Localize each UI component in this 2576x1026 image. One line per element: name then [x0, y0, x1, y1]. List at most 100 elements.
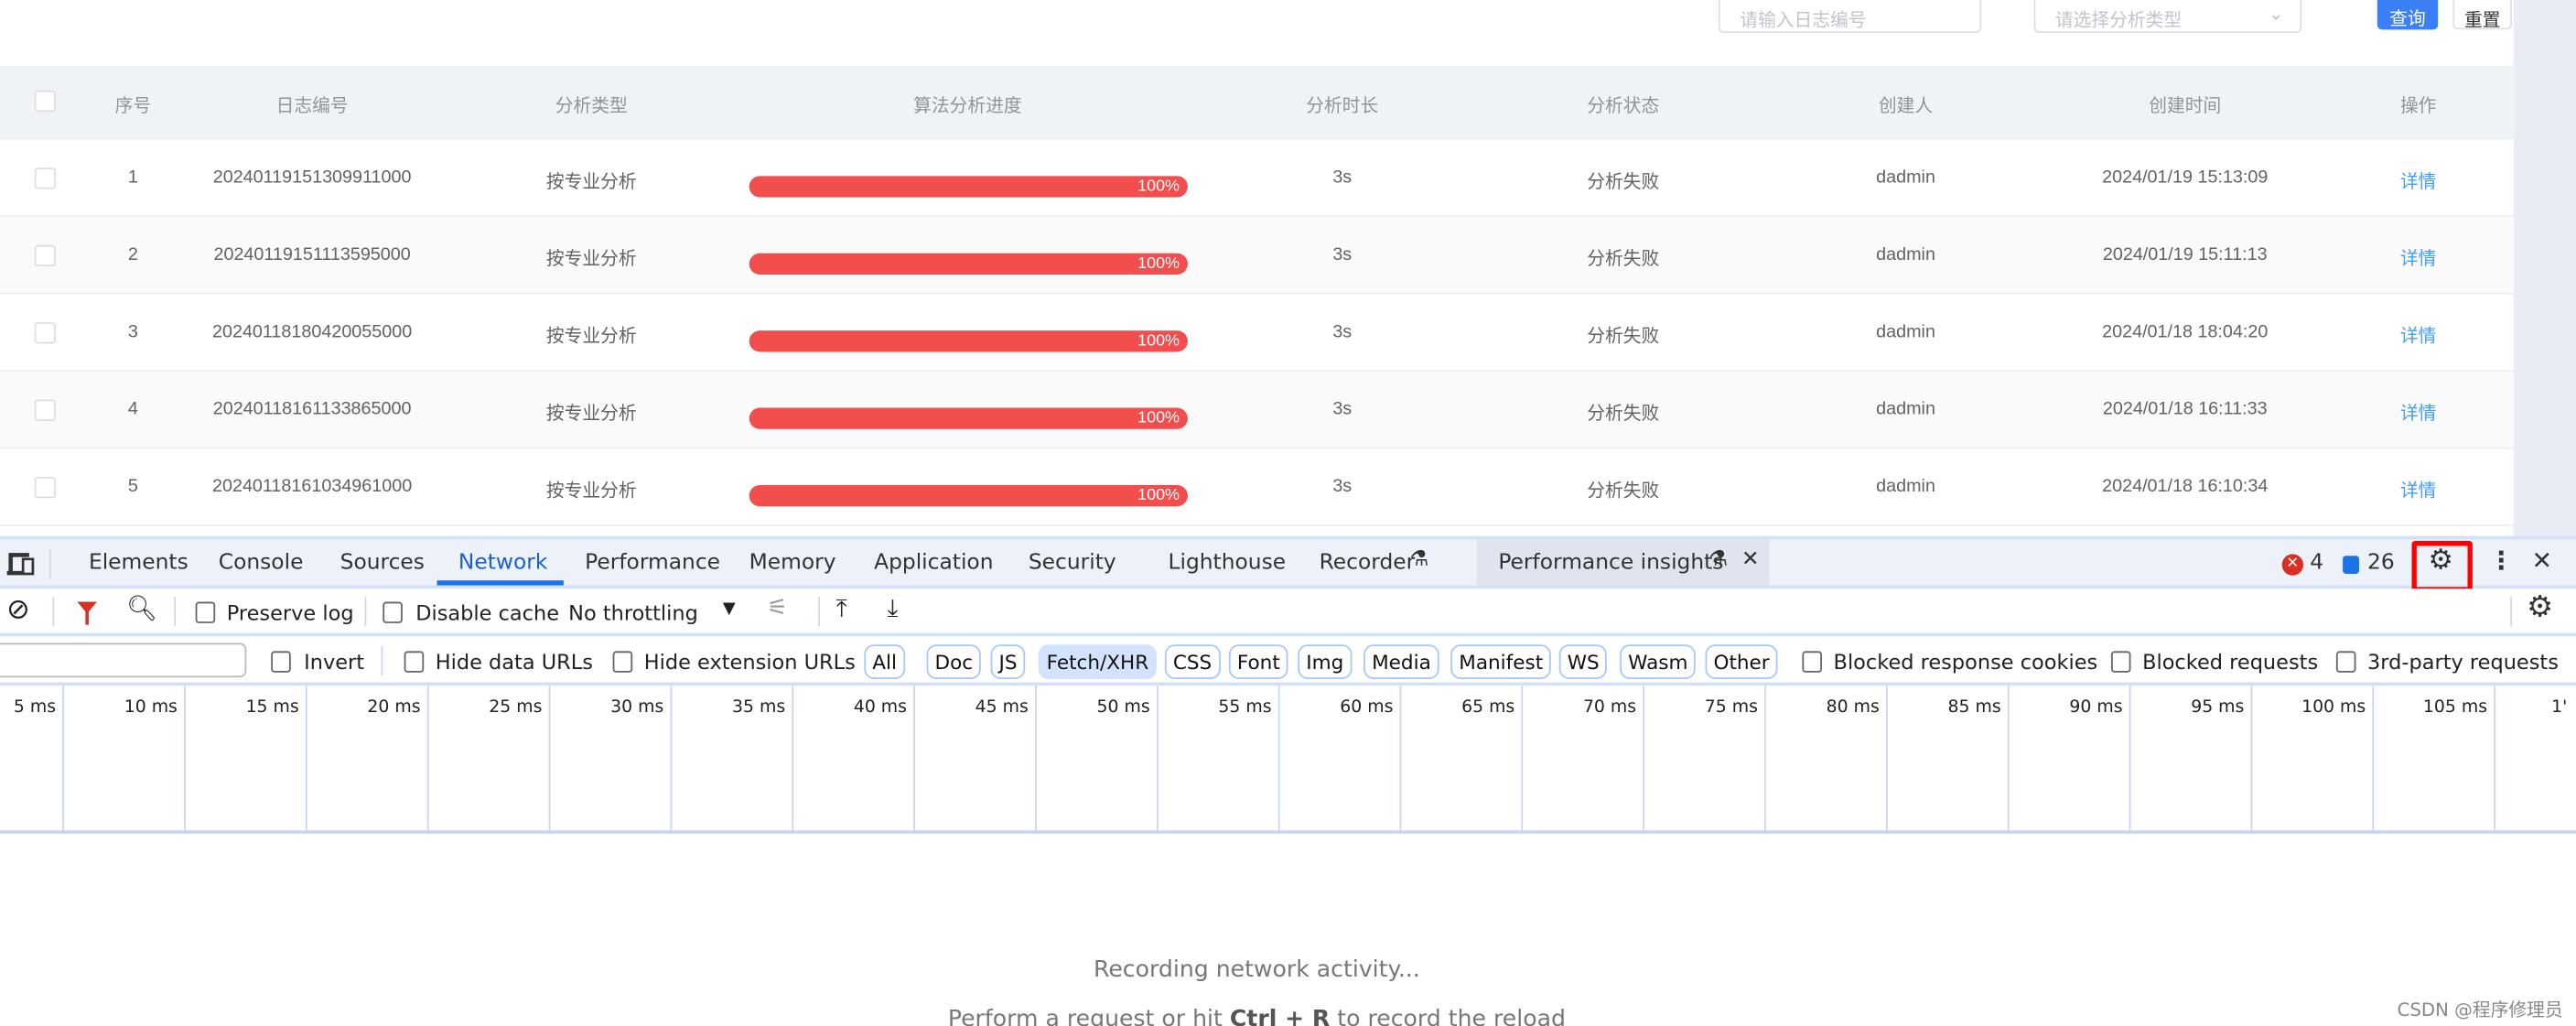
third-party-checkbox[interactable]: [2335, 651, 2356, 673]
network-timeline-overview[interactable]: 5 ms 10 ms 15 ms 20 ms 25 ms 30 ms 35 ms 40 ms 4…: [0, 686, 2576, 834]
tab-network[interactable]: Network: [458, 551, 547, 576]
dropdown-arrow-icon[interactable]: ▼: [723, 600, 736, 619]
cell-created: 2024/01/18 18:04:20: [2102, 322, 2269, 342]
row-checkbox[interactable]: [34, 322, 57, 344]
row-checkbox[interactable]: [34, 244, 57, 267]
export-har-icon[interactable]: ⤓: [887, 594, 898, 623]
network-toolbar: ⊘ 🔍︎ Preserve log Disable cache No throt…: [0, 589, 2576, 637]
row-checkbox[interactable]: [34, 167, 57, 189]
filter-input[interactable]: [0, 643, 247, 678]
column-header: 算法分析进度: [913, 96, 1022, 117]
timeline-gridline: [1886, 686, 1888, 834]
tab-elements[interactable]: Elements: [89, 551, 189, 576]
network-conditions-icon[interactable]: ⚟: [767, 595, 788, 621]
tab-console[interactable]: Console: [219, 551, 304, 576]
timeline-gridline: [2007, 686, 2010, 834]
timeline-gridline: [1277, 686, 1280, 834]
timeline-gridline: [1035, 686, 1037, 834]
timeline-tick-label: 55 ms: [1218, 697, 1272, 718]
network-settings-gear-icon[interactable]: ⚙: [2527, 590, 2553, 625]
more-options-icon[interactable]: ⋮: [2489, 545, 2514, 575]
details-link[interactable]: 详情: [2400, 322, 2436, 349]
preserve-log-label[interactable]: Preserve log: [227, 600, 354, 625]
details-link[interactable]: 详情: [2400, 167, 2436, 194]
filter-type-doc[interactable]: Doc: [926, 644, 982, 679]
timeline-tick-label: 60 ms: [1340, 697, 1394, 718]
tab-recorder[interactable]: Recorder: [1320, 551, 1416, 576]
query-button[interactable]: 查询: [2377, 0, 2439, 30]
details-link[interactable]: 详情: [2400, 400, 2436, 427]
reset-button[interactable]: 重置: [2452, 0, 2513, 31]
column-header: 分析时长: [1306, 96, 1379, 117]
filter-type-js[interactable]: JS: [990, 644, 1026, 679]
row-checkbox[interactable]: [34, 399, 57, 421]
close-tab-icon[interactable]: ✕: [1741, 547, 1760, 572]
tab-performance-insights[interactable]: Performance insights: [1498, 551, 1723, 576]
hint-text: Perform a request or hit: [947, 1006, 1230, 1026]
analysis-type-select[interactable]: 请选择分析类型 ⌄: [2033, 0, 2302, 33]
cell-created: 2024/01/19 15:13:09: [2102, 167, 2269, 188]
cell-created: 2024/01/19 15:11:13: [2102, 244, 2268, 265]
timeline-tick-label: 90 ms: [2069, 697, 2123, 718]
error-count[interactable]: 4: [2310, 551, 2323, 576]
filter-type-manifest[interactable]: Manifest: [1450, 644, 1552, 679]
blocked-cookies-label[interactable]: Blocked response cookies: [1834, 650, 2098, 675]
error-icon[interactable]: ✕: [2281, 554, 2304, 576]
tab-memory[interactable]: Memory: [749, 551, 836, 576]
cell-creator: dadmin: [1876, 322, 1935, 342]
scrollbar[interactable]: [2513, 0, 2576, 536]
progress-fill: 100%: [749, 484, 1189, 507]
active-tab-indicator: [437, 580, 564, 586]
filter-type-ws[interactable]: WS: [1558, 644, 1608, 679]
filter-type-all[interactable]: All: [864, 644, 906, 679]
hide-data-urls-label[interactable]: Hide data URLs: [436, 650, 593, 675]
filter-type-img[interactable]: Img: [1298, 644, 1353, 679]
throttling-select[interactable]: No throttling: [568, 600, 698, 625]
filter-type-font[interactable]: Font: [1228, 644, 1288, 679]
blocked-requests-label[interactable]: Blocked requests: [2142, 650, 2318, 675]
preserve-log-checkbox[interactable]: [195, 601, 216, 623]
hide-data-urls-checkbox[interactable]: [404, 651, 425, 673]
tab-performance[interactable]: Performance: [585, 551, 720, 576]
details-link[interactable]: 详情: [2400, 477, 2436, 503]
close-devtools-icon[interactable]: ✕: [2532, 545, 2553, 575]
message-icon[interactable]: [2343, 556, 2360, 574]
filter-type-fetch-xhr[interactable]: Fetch/XHR: [1038, 644, 1158, 679]
timeline-gridline: [670, 686, 673, 834]
tab-security[interactable]: Security: [1029, 551, 1116, 576]
column-header: 分析类型: [555, 96, 628, 117]
timeline-tick-label: 5 ms: [13, 697, 57, 718]
details-link[interactable]: 详情: [2400, 245, 2436, 272]
tab-lighthouse[interactable]: Lighthouse: [1168, 551, 1286, 576]
blocked-requests-checkbox[interactable]: [2110, 651, 2131, 673]
disable-cache-label[interactable]: Disable cache: [415, 600, 559, 625]
tab-sources[interactable]: Sources: [340, 551, 425, 576]
clear-icon[interactable]: ⊘: [6, 594, 30, 627]
progress-fill: 100%: [749, 407, 1189, 429]
filter-type-other[interactable]: Other: [1705, 644, 1778, 679]
select-all-checkbox[interactable]: [34, 90, 57, 113]
hide-extension-urls-checkbox[interactable]: [612, 651, 633, 673]
disable-cache-checkbox[interactable]: [383, 601, 403, 623]
blocked-cookies-checkbox[interactable]: [1802, 651, 1822, 673]
devtools-tabbar: Elements Console Sources Network Performance…: [0, 535, 2576, 592]
invert-label[interactable]: Invert: [304, 650, 364, 675]
timeline-tick-label: 50 ms: [1096, 697, 1150, 718]
hide-extension-urls-label[interactable]: Hide extension URLs: [644, 650, 856, 675]
log-no-input[interactable]: 请输入日志编号: [1718, 0, 1982, 33]
search-icon[interactable]: 🔍︎: [126, 594, 157, 623]
filter-type-media[interactable]: Media: [1363, 644, 1439, 679]
settings-gear-icon[interactable]: ⚙: [2428, 545, 2452, 578]
import-har-icon[interactable]: ⤒: [836, 594, 847, 623]
timeline-tick-label: 1': [2551, 697, 2568, 718]
message-count[interactable]: 26: [2367, 551, 2395, 576]
row-checkbox[interactable]: [34, 476, 57, 499]
invert-checkbox[interactable]: [271, 651, 291, 673]
filter-type-css[interactable]: CSS: [1164, 644, 1221, 679]
third-party-label[interactable]: 3rd-party requests: [2367, 650, 2559, 675]
cell-creator: dadmin: [1876, 476, 1935, 497]
device-toolbar-icon[interactable]: [6, 551, 39, 578]
filter-icon[interactable]: [76, 600, 99, 627]
filter-type-wasm[interactable]: Wasm: [1620, 644, 1697, 679]
tab-application[interactable]: Application: [874, 551, 993, 576]
